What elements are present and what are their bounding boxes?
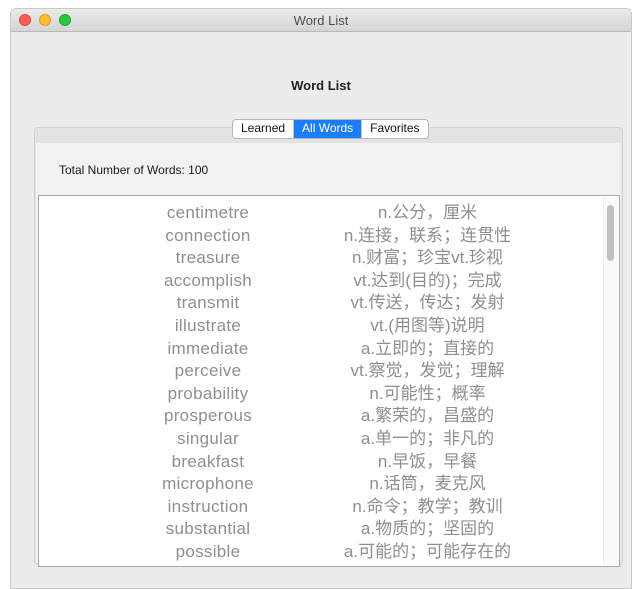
word-meaning: n.公分，厘米: [377, 203, 478, 222]
list-item[interactable]: treasure n.财富；珍宝vt.珍视: [39, 247, 599, 269]
vertical-scrollbar[interactable]: [603, 197, 618, 565]
word-text: perceive: [174, 361, 242, 381]
word-meaning: a.立即的；直接的: [360, 338, 495, 358]
title-bar[interactable]: Word List: [11, 9, 631, 32]
word-text: illustrate: [174, 316, 242, 335]
list-item[interactable]: immediate a.立即的；直接的: [39, 338, 599, 360]
word-text: possible: [175, 542, 241, 561]
tab-bar: Learned All Words Favorites: [232, 119, 429, 139]
list-item[interactable]: accomplish vt.达到(目的)；完成: [39, 270, 599, 292]
word-text: breakfast: [171, 451, 245, 471]
word-text: substantial: [165, 519, 251, 539]
list-item[interactable]: illustrate vt.(用图等)说明: [39, 315, 599, 337]
word-text: treasure: [175, 248, 241, 268]
word-text: microphone: [162, 474, 254, 494]
word-text: accomplish: [163, 270, 253, 290]
word-text: singular: [177, 429, 239, 448]
word-text: centimetre: [166, 203, 250, 222]
word-text: transmit: [176, 293, 240, 313]
total-words-label: Total Number of Words: 100: [59, 163, 209, 177]
word-meaning: n.财富；珍宝vt.珍视: [351, 248, 504, 268]
list-item[interactable]: perceive vt.察觉，发觉；理解: [39, 360, 599, 382]
tab-all-words[interactable]: All Words: [294, 120, 363, 138]
list-item[interactable]: connection n.连接，联系；连贯性: [39, 225, 599, 247]
word-meaning: vt.(用图等)说明: [370, 316, 485, 335]
word-meaning: a.繁荣的，昌盛的: [360, 406, 495, 426]
word-meaning: n.早饭，早餐: [377, 451, 478, 471]
word-meaning: a.物质的；坚固的: [360, 519, 495, 539]
scrollbar-thumb[interactable]: [607, 205, 614, 261]
list-item[interactable]: singular a.单一的；非凡的: [39, 428, 599, 450]
word-meaning: vt.达到(目的)；完成: [353, 270, 502, 290]
word-meaning: a.单一的；非凡的: [360, 429, 495, 448]
word-meaning: a.可能的；可能存在的: [343, 542, 512, 561]
word-meaning: vt.察觉，发觉；理解: [350, 361, 505, 381]
page-title: Word List: [291, 78, 351, 93]
word-meaning: vt.传送，传达；发射: [350, 293, 505, 313]
list-item[interactable]: microphone n.话筒，麦克风: [39, 473, 599, 495]
word-meaning: n.命令；教学；教训: [352, 496, 503, 516]
list-item[interactable]: centimetre n.公分，厘米: [39, 202, 599, 224]
word-text: connection: [165, 225, 251, 245]
list-item[interactable]: prosperous a.繁荣的，昌盛的: [39, 405, 599, 427]
window-title: Word List: [293, 13, 349, 28]
list-item[interactable]: transmit vt.传送，传达；发射: [39, 292, 599, 314]
list-item[interactable]: probability n.可能性；概率: [39, 383, 599, 405]
word-meaning: n.话筒，麦克风: [369, 474, 486, 494]
list-item[interactable]: substantial a.物质的；坚固的: [39, 518, 599, 540]
word-text: prosperous: [163, 406, 253, 426]
word-meaning: n.连接，联系；连贯性: [343, 225, 512, 245]
word-text: instruction: [167, 496, 249, 516]
tab-learned[interactable]: Learned: [233, 120, 295, 138]
word-list[interactable]: centimetre n.公分，厘米 connection n.连接，联系；连贯性 tr…: [38, 195, 620, 567]
word-text: immediate: [167, 338, 249, 358]
list-item[interactable]: breakfast n.早饭，早餐: [39, 451, 599, 473]
tab-favorites[interactable]: Favorites: [362, 120, 427, 138]
app-window: Word List Word List Learned All Words Fa…: [10, 8, 632, 589]
list-item[interactable]: instruction n.命令；教学；教训: [39, 496, 599, 518]
list-item[interactable]: possible a.可能的；可能存在的: [39, 541, 599, 563]
word-meaning: n.可能性；概率: [369, 383, 486, 403]
word-text: probability: [167, 383, 249, 403]
